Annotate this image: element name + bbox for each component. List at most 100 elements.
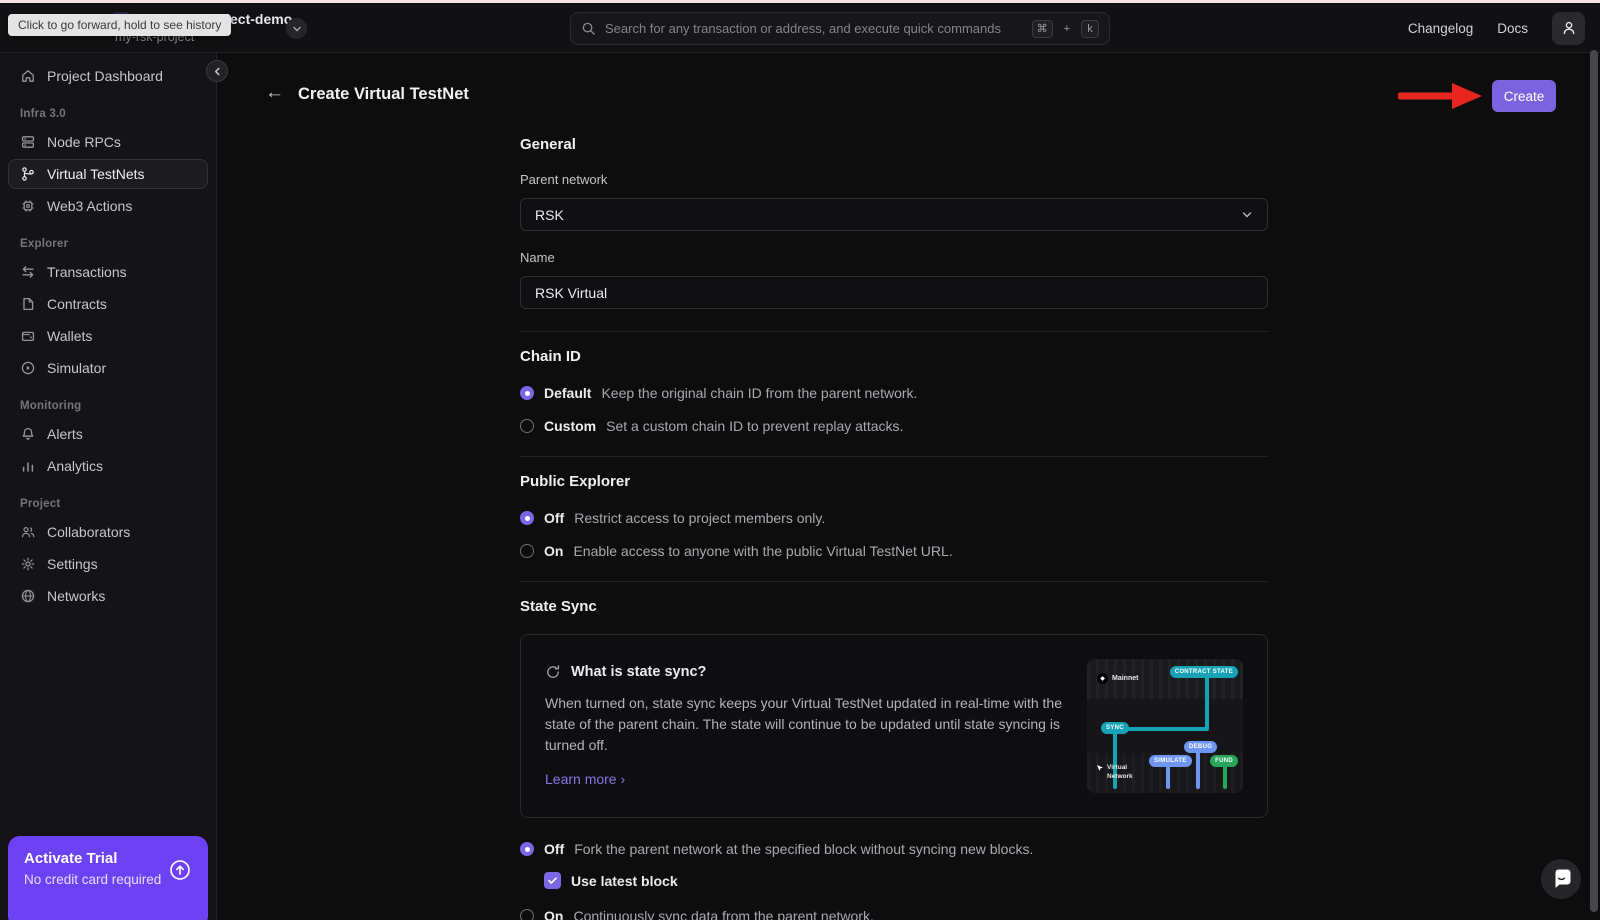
activate-trial-banner[interactable]: Activate Trial No credit card required: [8, 836, 208, 920]
sidebar-item-collaborators[interactable]: Collaborators: [8, 517, 208, 547]
kbd-plus: +: [1064, 23, 1070, 35]
gear-icon: [20, 556, 36, 572]
chip-icon: [20, 198, 36, 214]
sidebar-item-contracts[interactable]: Contracts: [8, 289, 208, 319]
changelog-link[interactable]: Changelog: [1408, 21, 1473, 36]
option-desc: Enable access to anyone with the public …: [573, 543, 952, 559]
sidebar-item-label: Collaborators: [47, 524, 130, 540]
state-sync-heading: State Sync: [520, 598, 1268, 615]
divider: [520, 581, 1268, 582]
chain-id-default-option[interactable]: Default Keep the original chain ID from …: [520, 385, 1268, 401]
create-button[interactable]: Create: [1492, 80, 1556, 112]
use-latest-block-option[interactable]: Use latest block: [544, 872, 1268, 889]
general-heading: General: [520, 136, 1268, 153]
mainnet-label-group: ◆ Mainnet: [1097, 673, 1138, 684]
sidebar-item-simulator[interactable]: Simulator: [8, 353, 208, 383]
sidebar-item-virtual-testnets[interactable]: Virtual TestNets: [8, 159, 208, 189]
docs-link[interactable]: Docs: [1497, 21, 1528, 36]
state-sync-info-text: What is state sync? When turned on, stat…: [545, 664, 1063, 789]
public-explorer-on-option[interactable]: On Enable access to anyone with the publ…: [520, 543, 1268, 559]
play-circle-icon: [20, 360, 36, 376]
debug-badge: DEBUG: [1184, 741, 1217, 753]
chevron-down-icon: [1241, 209, 1253, 221]
project-chevron-down-icon[interactable]: [286, 18, 307, 39]
home-icon: [20, 68, 36, 84]
radio-selected[interactable]: [520, 511, 534, 525]
option-desc: Set a custom chain ID to prevent replay …: [606, 418, 903, 434]
annotation-red-arrow: [1396, 80, 1486, 112]
sidebar-item-label: Virtual TestNets: [47, 166, 145, 182]
parent-network-select[interactable]: RSK: [520, 198, 1268, 231]
user-icon: [1561, 20, 1577, 36]
sidebar-section-monitoring: Monitoring: [8, 400, 208, 412]
sidebar: Project Dashboard Infra 3.0 Node RPCs Vi…: [0, 53, 217, 920]
sidebar-item-label: Alerts: [47, 426, 83, 442]
mainnet-icon: ◆: [1097, 673, 1108, 684]
sidebar-item-label: Settings: [47, 556, 98, 572]
divider: [520, 331, 1268, 332]
option-label: Default: [544, 385, 591, 401]
check-icon: [547, 875, 558, 886]
state-sync-info-card: What is state sync? When turned on, stat…: [520, 634, 1268, 818]
topbar: my-rsk-project-demo my-rsk-project ⌘ + k…: [0, 3, 1600, 53]
sidebar-item-web3-actions[interactable]: Web3 Actions: [8, 191, 208, 221]
sidebar-item-label: Transactions: [47, 264, 127, 280]
state-sync-card-title: What is state sync?: [571, 664, 706, 680]
virtual-network-label-2: Network: [1107, 773, 1133, 781]
option-label: Custom: [544, 418, 596, 434]
radio-selected[interactable]: [520, 386, 534, 400]
radio-unselected[interactable]: [520, 419, 534, 433]
user-menu-button[interactable]: [1552, 12, 1585, 45]
chain-id-custom-option[interactable]: Custom Set a custom chain ID to prevent …: [520, 418, 1268, 434]
chat-bubble-icon: [1551, 869, 1572, 889]
state-sync-on-option[interactable]: On Continuously sync data from the paren…: [520, 908, 1268, 920]
page-title: Create Virtual TestNet: [298, 85, 469, 104]
option-label: Off: [544, 841, 564, 857]
radio-unselected[interactable]: [520, 544, 534, 558]
sidebar-item-label: Simulator: [47, 360, 106, 376]
option-label: On: [544, 543, 563, 559]
sidebar-item-label: Project Dashboard: [47, 68, 163, 84]
search-input[interactable]: [605, 21, 1023, 36]
state-sync-off-option[interactable]: Off Fork the parent network at the speci…: [520, 841, 1268, 857]
sidebar-item-alerts[interactable]: Alerts: [8, 419, 208, 449]
sidebar-item-project-dashboard[interactable]: Project Dashboard: [8, 61, 208, 91]
bar-chart-icon: [20, 458, 36, 474]
virtual-network-label-group: Virtual Network: [1096, 764, 1133, 781]
chat-widget-button[interactable]: [1541, 859, 1581, 899]
back-button[interactable]: ←: [265, 82, 284, 104]
sidebar-item-networks[interactable]: Networks: [8, 581, 208, 611]
name-input[interactable]: [535, 285, 1253, 301]
divider: [520, 456, 1268, 457]
global-search[interactable]: ⌘ + k: [570, 12, 1110, 45]
topnav: Changelog Docs: [1408, 3, 1585, 53]
chevron-left-icon: [213, 67, 222, 76]
sidebar-item-node-rpcs[interactable]: Node RPCs: [8, 127, 208, 157]
radio-unselected[interactable]: [520, 909, 534, 920]
public-explorer-off-option[interactable]: Off Restrict access to project members o…: [520, 510, 1268, 526]
name-field-wrap: [520, 276, 1268, 309]
arrow-up-circle-icon: [168, 858, 192, 887]
git-fork-icon: [20, 166, 36, 182]
sidebar-item-label: Analytics: [47, 458, 103, 474]
wallet-icon: [20, 328, 36, 344]
sidebar-item-settings[interactable]: Settings: [8, 549, 208, 579]
cursor-icon: [1096, 764, 1104, 772]
sidebar-item-wallets[interactable]: Wallets: [8, 321, 208, 351]
refresh-icon: [545, 664, 561, 680]
trial-subtitle: No credit card required: [24, 872, 192, 887]
sidebar-item-analytics[interactable]: Analytics: [8, 451, 208, 481]
checkbox-checked[interactable]: [544, 872, 561, 889]
document-icon: [20, 296, 36, 312]
scrollbar-thumb[interactable]: [1590, 50, 1598, 912]
learn-more-link[interactable]: Learn more ›: [545, 771, 625, 787]
sidebar-collapse-button[interactable]: [206, 60, 228, 82]
sidebar-item-transactions[interactable]: Transactions: [8, 257, 208, 287]
radio-selected[interactable]: [520, 842, 534, 856]
fund-badge: FUND: [1210, 755, 1238, 767]
sidebar-item-label: Networks: [47, 588, 105, 604]
swap-arrows-icon: [20, 264, 36, 280]
app-window: my-rsk-project-demo my-rsk-project ⌘ + k…: [0, 0, 1600, 920]
contract-state-badge: CONTRACT STATE: [1170, 666, 1238, 678]
public-explorer-heading: Public Explorer: [520, 473, 1268, 490]
